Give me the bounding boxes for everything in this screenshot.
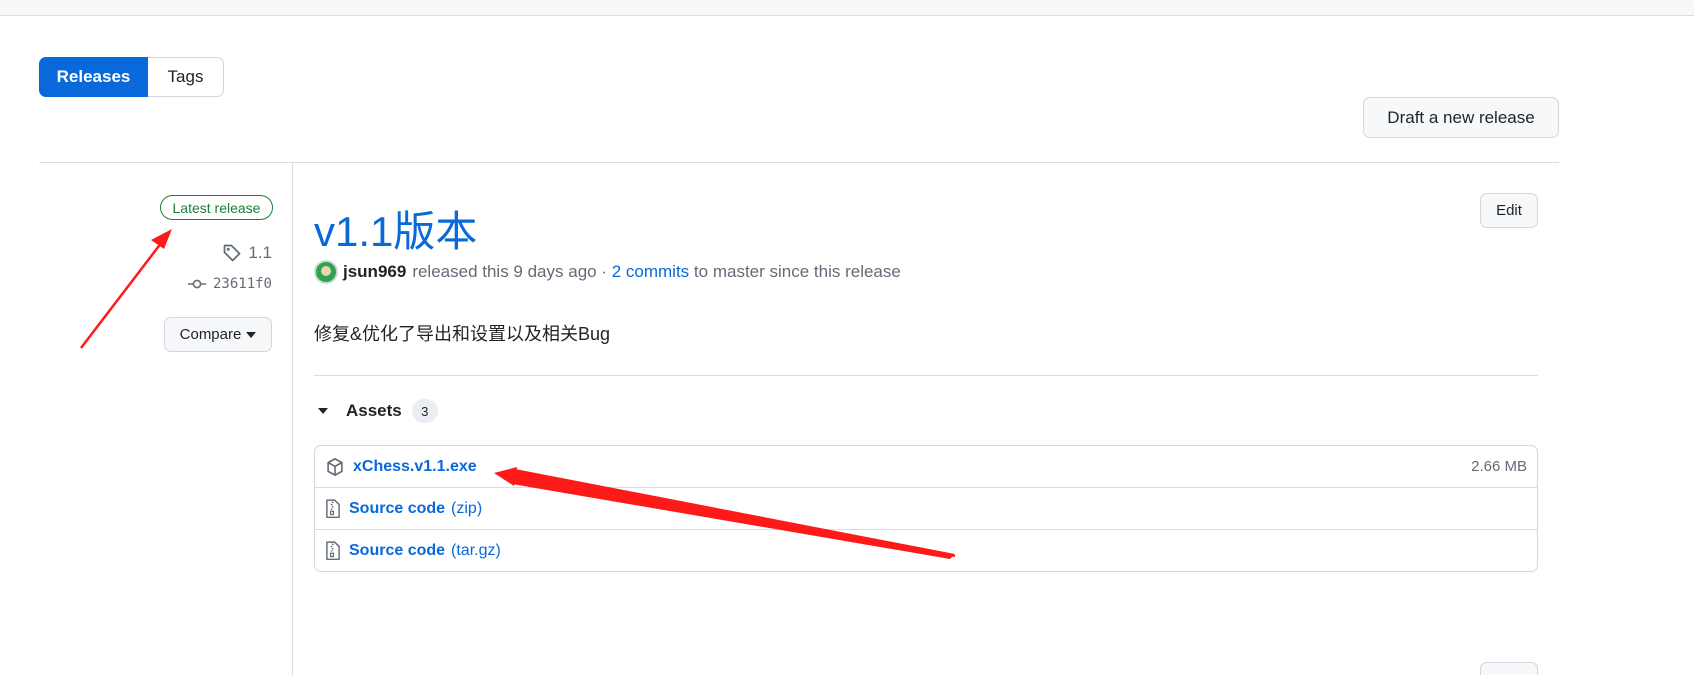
asset-row-targz: Source code (tar.gz) <box>315 530 1537 571</box>
tab-releases[interactable]: Releases <box>39 57 148 97</box>
tab-tags[interactable]: Tags <box>148 57 224 97</box>
compare-button[interactable]: Compare <box>164 317 272 352</box>
file-zip-icon <box>325 541 341 561</box>
assets-count-badge: 3 <box>411 399 438 423</box>
divider <box>314 375 1538 376</box>
file-zip-icon <box>325 498 341 519</box>
author-link[interactable]: jsun969 <box>343 262 406 282</box>
assets-list: xChess.v1.1.exe 2.66 MB Source code (zip… <box>314 445 1538 572</box>
assets-heading: Assets <box>346 401 402 420</box>
asset-link[interactable]: xChess.v1.1.exe <box>353 458 477 476</box>
latest-release-badge: Latest release <box>160 195 273 220</box>
asset-link[interactable]: Source code <box>349 542 445 560</box>
divider <box>39 162 1559 163</box>
commits-link[interactable]: 2 commits <box>612 262 689 282</box>
asset-row-exe: xChess.v1.1.exe 2.66 MB <box>315 446 1537 488</box>
asset-size: 2.66 MB <box>1471 458 1527 475</box>
top-header-bar <box>0 0 1694 16</box>
asset-ext[interactable]: (zip) <box>451 500 482 518</box>
edit-release-button[interactable] <box>1480 662 1538 675</box>
release-notes: 修复&优化了导出和设置以及相关Bug <box>314 324 611 344</box>
annotation-arrowhead <box>151 229 172 249</box>
git-commit-icon <box>187 277 207 291</box>
release-commit[interactable]: 23611f0 <box>187 276 272 292</box>
commits-suffix: to master since this release <box>693 262 901 281</box>
triangle-down-icon <box>318 408 328 414</box>
package-icon <box>325 457 345 477</box>
release-tag[interactable]: 1.1 <box>222 243 272 263</box>
releases-tags-nav: Releases Tags <box>39 57 224 97</box>
release-title[interactable]: v1.1版本 <box>314 198 477 259</box>
commit-sha: 23611f0 <box>212 276 272 292</box>
annotation-arrow-line <box>80 237 166 349</box>
release-meta: jsun969 released this 9 days ago · 2 com… <box>314 260 901 284</box>
asset-row-zip: Source code (zip) <box>315 488 1537 530</box>
edit-release-button[interactable]: Edit <box>1480 193 1538 228</box>
released-text: released this 9 days ago · <box>412 262 607 281</box>
tag-icon <box>222 243 242 263</box>
asset-link[interactable]: Source code <box>349 500 445 518</box>
draft-new-release-button[interactable]: Draft a new release <box>1363 97 1559 138</box>
compare-label: Compare <box>179 326 242 343</box>
tag-label: 1.1 <box>248 243 272 262</box>
assets-toggle[interactable]: Assets 3 <box>318 399 438 423</box>
avatar[interactable] <box>314 260 338 284</box>
caret-down-icon <box>246 331 257 338</box>
asset-ext[interactable]: (tar.gz) <box>451 542 501 560</box>
timeline-divider <box>292 163 293 675</box>
